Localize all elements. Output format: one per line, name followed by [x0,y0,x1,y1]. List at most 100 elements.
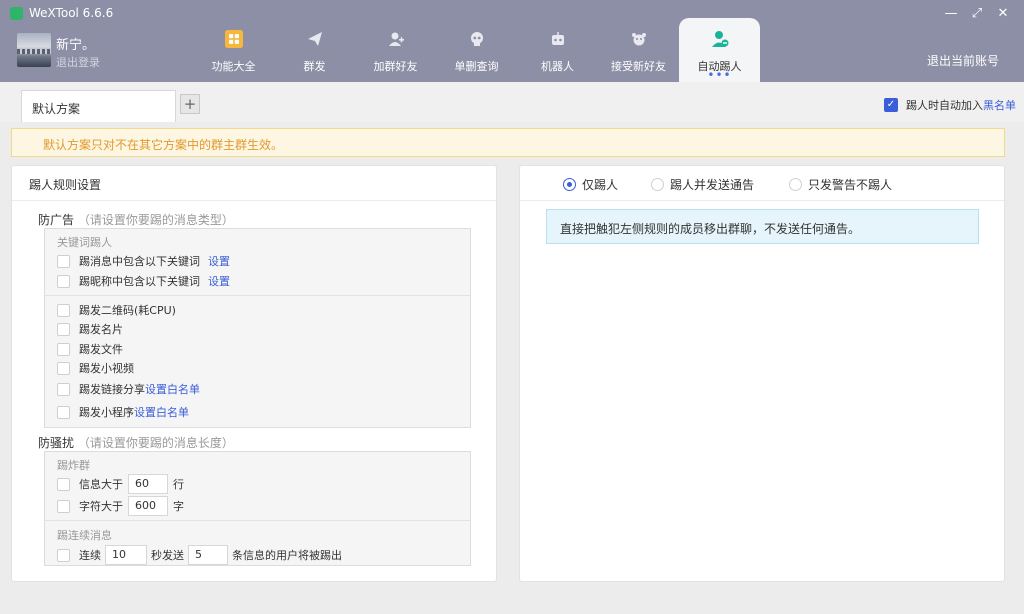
notice-banner: 默认方案只对不在其它方案中的群主群生效。 [11,128,1005,157]
option-label: 仅踢人 [582,178,619,192]
nav-label: 加群好友 [373,60,418,73]
avatar[interactable] [17,33,51,67]
minimize-icon[interactable]: — [938,4,964,24]
nav-item-robot[interactable]: 机器人 [517,18,598,82]
grid-icon [224,30,243,48]
logout-link[interactable]: 退出登录 [56,54,100,70]
nav-label: 机器人 [541,60,574,73]
nav-label: 接受新好友 [611,60,666,73]
rule-row: 踢昵称中包含以下关键词 设置 [57,273,230,289]
add-tab-button[interactable]: + [180,94,200,114]
nav-label: 功能大全 [211,60,256,73]
rule-row: 踢发文件 [57,341,123,357]
app-title-text: WeXTool 6.6.6 [29,6,114,20]
nav-label: 群发 [303,60,326,73]
more-icon[interactable]: ••• [679,68,760,82]
rule-row: 踢消息中包含以下关键词 设置 [57,253,230,269]
checkbox[interactable] [57,477,70,491]
option-kick-and-announce[interactable]: 踢人并发送通告 [651,176,754,193]
bomb-caption: 踢炸群 [57,459,90,472]
whitelist-link[interactable]: 设置白名单 [134,404,189,420]
checkbox[interactable] [57,274,70,288]
main-nav: 功能大全 群发 加群好友 单删查询 机器人 接受新好友 自动踢人 ••• [193,18,760,82]
checkbox[interactable] [57,342,70,356]
option-kick-only[interactable]: 仅踢人 [563,176,618,193]
msg-lines-row: 信息大于 60 行 [57,474,184,494]
settings-link[interactable]: 设置 [208,273,230,289]
option-warn-only[interactable]: 只发警告不踢人 [789,176,892,193]
anti-spam-box: 踢炸群 信息大于 60 行 字符大于 600 字 踢连续消息 连续 10 秒发送… [44,451,471,566]
continuous-row: 连续 10 秒发送 5 条信息的用户将被踢出 [57,545,342,565]
nav-label: 单删查询 [454,60,499,73]
close-icon[interactable]: ✕ [990,4,1016,24]
nav-item-add-group-friends[interactable]: 加群好友 [355,18,436,82]
max-chars-input[interactable]: 600 [128,496,168,516]
action-panel: 仅踢人 踢人并发送通告 只发警告不踢人 直接把触犯左侧规则的成员移出群聊，不发送… [519,165,1005,582]
anti-spam-title: 防骚扰 [38,436,75,450]
rule-label: 踢昵称中包含以下关键词 [79,275,200,288]
rule-row: 踢发小视频 [57,360,134,376]
auto-blacklist-checkbox[interactable]: ✓ [884,98,898,112]
max-lines-input[interactable]: 60 [128,474,168,494]
keyword-caption: 关键词踢人 [57,236,112,249]
checkbox[interactable] [57,499,70,513]
nav-item-features[interactable]: 功能大全 [193,18,274,82]
rule-label: 踢发小视频 [79,362,134,375]
panel-title: 踢人规则设置 [29,178,102,192]
rule-label: 秒发送 [151,549,184,562]
user-name: 新宁。 [56,38,96,53]
handshake-icon [630,30,648,48]
continuous-caption: 踢连续消息 [57,529,112,542]
maximize-icon[interactable]: ⤢ [964,4,990,24]
anti-ad-title: 防广告 [38,213,75,227]
checkbox[interactable] [57,254,70,268]
divider [12,200,496,201]
anti-ad-hint: （请设置你要踢的消息类型） [77,213,234,227]
whitelist-link[interactable]: 设置白名单 [145,381,200,397]
rule-label: 踢发文件 [79,343,123,356]
checkbox[interactable] [57,322,70,336]
radio-button[interactable] [563,178,576,191]
window-controls: — ⤢ ✕ [938,4,1016,24]
skull-icon [468,30,486,48]
send-icon [306,30,324,48]
checkbox[interactable] [57,382,70,396]
checkbox[interactable] [57,405,70,419]
checkbox[interactable] [57,361,70,375]
option-label: 只发警告不踢人 [808,178,893,192]
rule-label: 踢发链接分享 [79,383,145,396]
anti-spam-section-title: 防骚扰 （请设置你要踢的消息长度） [38,434,234,451]
scheme-tabs: 默认方案 + ✓ 踢人时自动加入 黑名单 [0,82,1024,122]
rule-row: 踢发链接分享 设置白名单 [57,381,200,397]
add-user-icon [387,30,405,48]
nav-item-broadcast[interactable]: 群发 [274,18,355,82]
blacklist-link[interactable]: 黑名单 [983,97,1016,113]
header-bar: WeXTool 6.6.6 — ⤢ ✕ 新宁。 退出登录 功能大全 群发 加群好… [0,0,1024,82]
tab-default-scheme[interactable]: 默认方案 [21,90,176,122]
char-count-row: 字符大于 600 字 [57,496,184,516]
settings-link[interactable]: 设置 [208,253,230,269]
info-box: 直接把触犯左侧规则的成员移出群聊，不发送任何通告。 [546,209,979,244]
auto-blacklist-option[interactable]: ✓ 踢人时自动加入 黑名单 [884,97,1016,113]
radio-button[interactable] [651,178,664,191]
divider [520,200,1004,201]
seconds-input[interactable]: 10 [105,545,147,565]
anti-ad-section-title: 防广告 （请设置你要踢的消息类型） [38,211,234,228]
divider [45,295,470,296]
nav-item-single-delete-check[interactable]: 单删查询 [436,18,517,82]
rule-row: 踢发名片 [57,321,123,337]
nav-item-accept-friends[interactable]: 接受新好友 [598,18,679,82]
anti-spam-hint: （请设置你要踢的消息长度） [77,436,234,450]
rule-label: 踢发二维码(耗CPU) [79,304,176,317]
logout-account-button[interactable]: 退出当前账号 [927,52,999,69]
app-title: WeXTool 6.6.6 [10,6,113,20]
count-input[interactable]: 5 [188,545,228,565]
rule-label: 踢发名片 [79,323,123,336]
rules-panel: 踢人规则设置 防广告 （请设置你要踢的消息类型） 关键词踢人 踢消息中包含以下关… [11,165,497,582]
checkbox[interactable] [57,548,70,562]
anti-ad-box: 关键词踢人 踢消息中包含以下关键词 设置 踢昵称中包含以下关键词 设置 踢发二维… [44,228,471,428]
checkbox[interactable] [57,303,70,317]
nav-item-auto-kick[interactable]: 自动踢人 ••• [679,18,760,82]
option-label: 踢人并发送通告 [670,178,755,192]
radio-button[interactable] [789,178,802,191]
